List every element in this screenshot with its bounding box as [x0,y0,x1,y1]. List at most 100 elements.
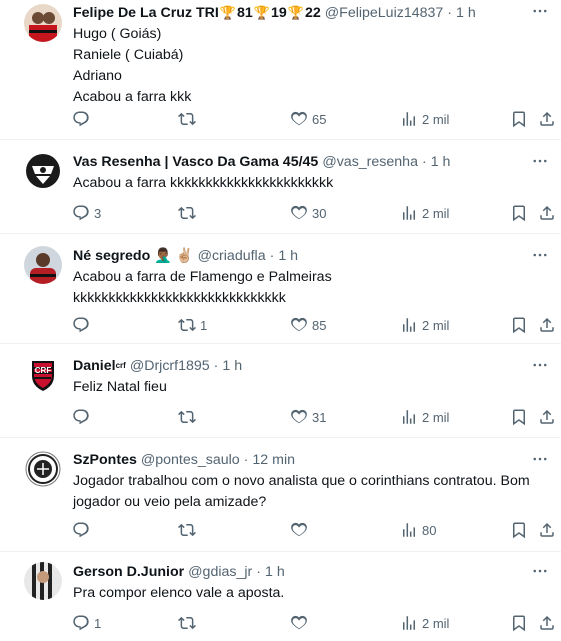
tweet-text: Hugo ( Goiás) Raniele ( Cuiabá) Adriano … [73,24,543,108]
author-handle[interactable]: @vas_resenha [322,151,418,173]
author-name[interactable]: Vas Resenha | Vasco Da Gama 45/45 [73,151,318,173]
retweet-button[interactable] [178,406,200,428]
reply-button[interactable]: 3 [72,202,101,224]
tweet[interactable]: SzPontes @pontes_saulo · 12 min Jogador … [0,438,561,552]
tweet-line: kkkkkkkkkkkkkkkkkkkkkkkkkkkkkk [73,290,286,306]
bookmark-button[interactable] [510,202,528,224]
tweet-line: Pra compor elenco vale a aposta. [73,585,285,601]
retweet-button[interactable] [178,612,200,634]
name-emoji: 🤦🏾‍♂️ ✌🏼 [154,248,194,264]
author-name[interactable]: Gerson D.Junior [73,561,184,583]
views-icon [400,614,418,632]
view-count: 2 mil [422,409,450,425]
svg-text:CRF: CRF [35,366,52,375]
timestamp[interactable]: 1 h [431,151,451,173]
share-button[interactable] [538,314,556,336]
author-handle[interactable]: @criadufla [198,245,266,267]
like-count: 31 [312,409,327,425]
like-button[interactable] [290,612,312,634]
retweet-button[interactable] [178,519,200,541]
tweet[interactable]: CRF Daniel crf @Drjcrf1895 · 1 h Feliz Na… [0,344,561,438]
retweet-button[interactable] [178,108,200,130]
bookmark-button[interactable] [510,108,528,130]
like-icon [290,521,308,539]
retweet-icon [178,110,196,128]
view-count: 2 mil [422,317,450,333]
tweet[interactable]: Gerson D.Junior @gdias_jr · 1 h Pra comp… [0,552,561,641]
avatar[interactable] [24,152,62,190]
retweet-icon [178,316,196,334]
avatar[interactable] [24,4,62,42]
timestamp[interactable]: 12 min [252,449,295,471]
views-icon [400,316,418,334]
bookmark-button[interactable] [510,612,528,634]
timestamp[interactable]: 1 h [265,561,285,583]
like-button[interactable]: 30 [290,202,326,224]
author-handle[interactable]: @FelipeLuiz14837 [325,2,444,24]
timestamp[interactable]: 1 h [222,355,242,377]
bookmark-icon [510,408,528,426]
reply-icon [72,204,90,222]
author-name[interactable]: Daniel [73,355,116,377]
author-handle[interactable]: @gdias_jr [188,561,252,583]
views-button[interactable]: 2 mil [400,108,449,130]
retweet-button[interactable]: 1 [178,314,207,336]
views-button[interactable]: 2 mil [400,314,449,336]
bookmark-button[interactable] [510,406,528,428]
more-icon[interactable] [529,562,551,580]
more-icon[interactable] [529,2,551,20]
tweet-text: Pra compor elenco vale a aposta. [73,583,543,604]
more-icon[interactable] [529,356,551,374]
views-button[interactable]: 80 [400,519,436,541]
bookmark-icon [510,204,528,222]
author-name[interactable]: Felipe De La Cruz TRI [73,2,219,24]
timestamp[interactable]: 1 h [278,245,298,267]
like-button[interactable] [290,519,312,541]
author-handle[interactable]: @pontes_saulo [141,449,240,471]
tweet[interactable]: Felipe De La Cruz TRI 🏆 81 🏆 19 🏆 22 @Felip… [0,0,561,140]
retweet-icon [178,204,196,222]
like-button[interactable]: 65 [290,108,326,130]
avatar[interactable] [24,450,62,488]
author-handle[interactable]: @Drjcrf1895 [130,355,210,377]
avatar[interactable] [24,562,62,600]
tweet-line: Jogador trabalhou com o novo analista qu… [73,473,530,489]
view-count: 2 mil [422,205,450,221]
action-bar: 3 30 2 mil [72,202,551,224]
like-button[interactable]: 85 [290,314,326,336]
bookmark-icon [510,521,528,539]
author-name[interactable]: SzPontes [73,449,137,471]
author-name[interactable]: Né segredo [73,245,150,267]
bookmark-button[interactable] [510,519,528,541]
reply-button[interactable] [72,406,94,428]
more-icon[interactable] [529,246,551,264]
reply-button[interactable] [72,314,94,336]
avatar[interactable] [24,246,62,284]
views-button[interactable]: 2 mil [400,612,449,634]
share-button[interactable] [538,108,556,130]
more-icon[interactable] [529,152,551,170]
bookmark-button[interactable] [510,314,528,336]
share-icon [538,521,556,539]
more-icon[interactable] [529,450,551,468]
views-button[interactable]: 2 mil [400,202,449,224]
share-button[interactable] [538,202,556,224]
like-button[interactable]: 31 [290,406,326,428]
separator-dot: · [269,248,275,264]
timestamp[interactable]: 1 h [456,2,476,24]
views-icon [400,408,418,426]
tweet-line: Raniele ( Cuiabá) [73,47,184,63]
share-button[interactable] [538,406,556,428]
tweet[interactable]: Né segredo 🤦🏾‍♂️ ✌🏼 @criadufla · 1 h Aca… [0,234,561,344]
views-button[interactable]: 2 mil [400,406,449,428]
tweet-line: Hugo ( Goiás) [73,26,162,42]
tweet[interactable]: Vas Resenha | Vasco Da Gama 45/45 @vas_r… [0,140,561,234]
share-button[interactable] [538,612,556,634]
avatar[interactable]: CRF [24,356,62,394]
share-button[interactable] [538,519,556,541]
reply-button[interactable]: 1 [72,612,101,634]
reply-button[interactable] [72,108,94,130]
views-icon [400,204,418,222]
retweet-button[interactable] [178,202,200,224]
reply-button[interactable] [72,519,94,541]
